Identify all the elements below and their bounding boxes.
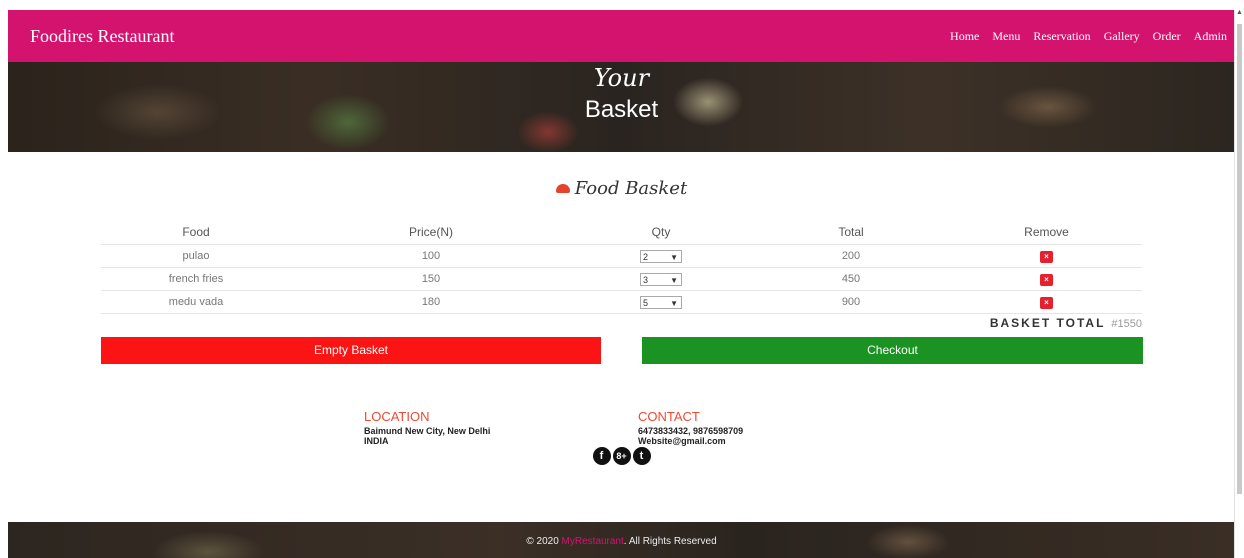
nav-admin[interactable]: Admin	[1194, 29, 1227, 44]
qty-select[interactable]: 3 ▼	[640, 272, 682, 286]
item-price: 100	[421, 250, 441, 262]
nav-reservation[interactable]: Reservation	[1033, 29, 1090, 44]
basket-total-label: BASKET TOTAL	[989, 316, 1106, 330]
item-price: 180	[421, 296, 441, 308]
header-remove: Remove	[1024, 225, 1069, 239]
footer-rights: All Rights Reserved	[628, 536, 717, 547]
item-food: pulao	[182, 250, 210, 262]
scroll-up-icon[interactable]: ▲	[1236, 9, 1243, 16]
basket-total: BASKET TOTAL #1550	[990, 316, 1142, 330]
page: Foodires Restaurant Home Menu Reservatio…	[8, 10, 1235, 558]
item-price: 150	[421, 273, 441, 285]
remove-item-button[interactable]: ×	[1040, 273, 1053, 286]
contact-phone: 6473833432, 9876598709	[638, 426, 744, 436]
hero-title-line2: Basket	[584, 96, 659, 123]
checkout-button[interactable]: Checkout	[642, 337, 1143, 364]
basket-total-value: #1550	[1111, 318, 1142, 330]
basket-heading-text: Food Basket	[574, 178, 688, 199]
chevron-down-icon: ▼	[670, 298, 678, 308]
table-row: french fries 150 3 ▼ 450 ×	[101, 268, 1142, 291]
footer-text: © 2020 MyRestaurant. All Rights Reserved	[526, 536, 717, 547]
google-plus-icon[interactable]: 8+	[612, 447, 631, 465]
brand-logo[interactable]: Foodires Restaurant	[30, 26, 174, 47]
qty-value: 3	[643, 274, 649, 285]
item-total: 450	[841, 273, 861, 285]
header-total: Total	[838, 225, 864, 239]
qty-value: 2	[643, 251, 649, 262]
item-total: 900	[841, 296, 861, 308]
empty-basket-button[interactable]: Empty Basket	[101, 337, 601, 364]
header-qty: Qty	[651, 225, 671, 239]
contact-email[interactable]: Website@gmail.com	[638, 436, 743, 446]
chevron-down-icon: ▼	[670, 252, 678, 262]
header-food: Food	[182, 225, 210, 239]
table-header: Food Price(N) Qty Total Remove	[101, 220, 1142, 245]
nav-links: Home Menu Reservation Gallery Order Admi…	[950, 29, 1227, 44]
remove-item-button[interactable]: ×	[1040, 296, 1053, 309]
item-food: french fries	[168, 273, 224, 285]
chevron-down-icon: ▼	[670, 275, 678, 285]
location-section: LOCATION Baimund New City, New Delhi IND…	[364, 409, 490, 446]
qty-select[interactable]: 2 ▼	[640, 249, 682, 263]
location-line2: INDIA	[364, 436, 389, 446]
scrollbar-thumb[interactable]	[1237, 24, 1242, 494]
basket-icon	[555, 184, 570, 193]
location-line1: Baimund New City, New Delhi	[364, 426, 491, 436]
location-title: LOCATION	[364, 409, 430, 424]
nav-home[interactable]: Home	[950, 29, 979, 44]
header-price: Price(N)	[409, 225, 453, 239]
hero-banner: Your Basket	[8, 62, 1235, 152]
nav-order[interactable]: Order	[1153, 29, 1181, 44]
hero-title-line1: Your	[593, 64, 650, 92]
footer-copyright: © 2020	[526, 536, 559, 547]
footer-brand-link[interactable]: MyRestaurant	[562, 536, 624, 547]
table-row: pulao 100 2 ▼ 200 ×	[101, 245, 1142, 268]
nav-gallery[interactable]: Gallery	[1104, 29, 1140, 44]
social-links: f 8+ t	[8, 446, 1235, 465]
basket-heading: Food Basket	[8, 178, 1235, 199]
twitter-icon[interactable]: t	[632, 447, 651, 465]
contact-section: CONTACT 6473833432, 9876598709 Website@g…	[638, 409, 743, 446]
footer: © 2020 MyRestaurant. All Rights Reserved	[8, 522, 1235, 558]
remove-item-button[interactable]: ×	[1040, 250, 1053, 263]
nav-menu[interactable]: Menu	[992, 29, 1020, 44]
item-food: medu vada	[168, 296, 224, 308]
contact-title: CONTACT	[638, 409, 700, 424]
table-row: medu vada 180 5 ▼ 900 ×	[101, 291, 1142, 314]
navbar: Foodires Restaurant Home Menu Reservatio…	[8, 10, 1235, 62]
scrollbar[interactable]: ▲	[1234, 9, 1244, 558]
basket-table: Food Price(N) Qty Total Remove pulao 100…	[101, 220, 1142, 314]
qty-select[interactable]: 5 ▼	[640, 295, 682, 309]
item-total: 200	[841, 250, 861, 262]
qty-value: 5	[643, 297, 649, 308]
facebook-icon[interactable]: f	[592, 447, 611, 465]
